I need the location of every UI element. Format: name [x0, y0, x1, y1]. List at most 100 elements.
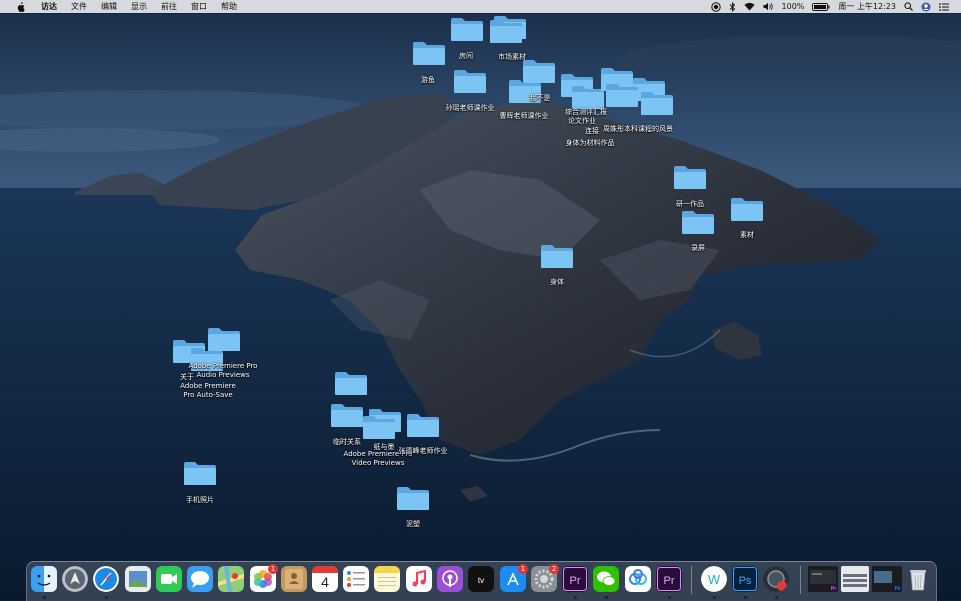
running-indicator [713, 596, 716, 599]
bluetooth-icon[interactable] [729, 1, 736, 12]
folder-label: 研一作品 [676, 200, 704, 208]
svg-text:tv: tv [478, 576, 484, 585]
minimized-window-thumbnail[interactable] [841, 566, 869, 592]
folder-label: Adobe Premiere Pro Auto-Save [180, 382, 236, 399]
folder-label: 临时关系 [333, 438, 361, 446]
notification-badge: 2 [549, 564, 559, 574]
folder-label: 手机照片 [186, 496, 214, 504]
minimized-window-thumbnail[interactable]: Pr [808, 566, 838, 592]
running-indicator [43, 596, 46, 599]
maps-icon[interactable] [218, 566, 244, 592]
notification-center-icon[interactable] [939, 2, 949, 11]
svg-text:Pr: Pr [664, 575, 675, 587]
folder-label: 论文作业 [568, 117, 596, 125]
messages-icon[interactable] [187, 566, 213, 592]
notification-badge: 1 [268, 564, 278, 574]
folder-label: 身体为材料作品 [565, 139, 615, 147]
folder-icon[interactable] [673, 164, 707, 190]
running-indicator [605, 596, 608, 599]
menu-app-finder[interactable]: 访达 [34, 0, 64, 13]
folder-icon[interactable] [450, 16, 484, 42]
folder-label: 素材 [740, 231, 754, 239]
menu-window[interactable]: 窗口 [184, 0, 214, 13]
folder-icon[interactable] [334, 370, 368, 396]
user-avatar-icon[interactable] [921, 2, 931, 12]
svg-text:Pr: Pr [831, 586, 836, 592]
running-indicator [775, 596, 778, 599]
svg-text:W: W [708, 572, 721, 587]
folder-icon[interactable] [540, 243, 574, 269]
menu-file[interactable]: 文件 [64, 0, 94, 13]
wifi-icon[interactable] [744, 2, 755, 11]
menu-go[interactable]: 前往 [154, 0, 184, 13]
w-app-icon[interactable]: W [701, 566, 727, 592]
finder-icon[interactable] [31, 566, 57, 592]
folder-icon[interactable] [681, 209, 715, 235]
running-indicator [668, 596, 671, 599]
notes-icon[interactable] [374, 566, 400, 592]
photoshop-icon[interactable]: Ps [732, 566, 758, 592]
folder-label: 泥塑 [406, 520, 420, 528]
folder-icon[interactable] [406, 412, 440, 438]
folder-label: 游鱼 [421, 76, 435, 84]
facetime-icon[interactable] [156, 566, 182, 592]
folder-label: 我不是 [529, 94, 551, 102]
running-indicator [744, 596, 747, 599]
menu-bar: 访达 文件 编辑 显示 前往 窗口 帮助 100% 周一 上午12:23 [0, 0, 961, 13]
folder-label: 关于 [180, 373, 194, 381]
battery-icon[interactable] [812, 2, 830, 11]
safari-icon[interactable] [93, 566, 119, 592]
running-indicator [574, 596, 577, 599]
calendar-day: 4 [321, 574, 329, 590]
contacts-icon[interactable] [281, 566, 307, 592]
volume-icon[interactable] [763, 2, 774, 11]
folder-icon[interactable] [489, 18, 523, 44]
notification-badge: 1 [518, 564, 528, 574]
dock-separator [800, 566, 801, 594]
folder-icon[interactable] [396, 485, 430, 511]
folder-icon[interactable] [453, 68, 487, 94]
screen-recorder-icon[interactable] [763, 566, 789, 592]
apple-menu-icon[interactable] [16, 1, 26, 12]
svg-text:Ps: Ps [739, 575, 752, 587]
battery-percentage: 100% [781, 2, 805, 11]
dock-separator [691, 566, 692, 594]
folder-icon[interactable] [183, 460, 217, 486]
spotlight-search-icon[interactable] [904, 2, 913, 11]
folder-label: 曹晖老师课作业 [499, 112, 549, 120]
menu-view[interactable]: 显示 [124, 0, 154, 13]
svg-text:Pr: Pr [570, 575, 581, 587]
folder-icon[interactable] [730, 196, 764, 222]
folder-icon[interactable] [640, 90, 674, 116]
screen-record-icon[interactable] [710, 1, 721, 12]
folder-label: 连接 [585, 127, 599, 135]
folder-label: Adobe Premiere Pro Audio Previews [188, 362, 258, 379]
folder-icon[interactable] [362, 414, 396, 440]
folder-label: 孙瑶老师课作业 [445, 104, 495, 112]
folder-label: 综合测评汇报 [565, 108, 607, 116]
menu-help[interactable]: 帮助 [214, 0, 244, 13]
folder-icon[interactable] [330, 402, 364, 428]
apple-tv-icon[interactable]: tv [468, 566, 494, 592]
folder-icon[interactable] [605, 82, 639, 108]
trash-icon[interactable] [905, 566, 931, 592]
folder-label: 张德峰老师作业 [398, 447, 448, 455]
reminders-icon[interactable] [343, 566, 369, 592]
folder-label: 周姝彤本科课程的风景 [603, 125, 673, 133]
cloud-drive-icon[interactable] [625, 566, 651, 592]
launchpad-icon[interactable] [62, 566, 88, 592]
folder-label: 录屏 [691, 244, 705, 252]
menu-edit[interactable]: 编辑 [94, 0, 124, 13]
folder-label: 房间 [459, 52, 473, 60]
menubar-clock[interactable]: 周一 上午12:23 [838, 0, 896, 13]
minimized-window-thumbnail[interactable]: Ps [872, 566, 902, 592]
wechat-icon[interactable] [593, 566, 619, 592]
premiere-pro-icon[interactable]: Pr [656, 566, 682, 592]
premiere-pro-icon[interactable]: Pr [562, 566, 588, 592]
podcasts-icon[interactable] [437, 566, 463, 592]
folder-icon[interactable] [412, 40, 446, 66]
folder-label: 身体 [550, 278, 564, 286]
running-indicator [105, 596, 108, 599]
music-icon[interactable] [406, 566, 432, 592]
preview-icon[interactable] [125, 566, 151, 592]
